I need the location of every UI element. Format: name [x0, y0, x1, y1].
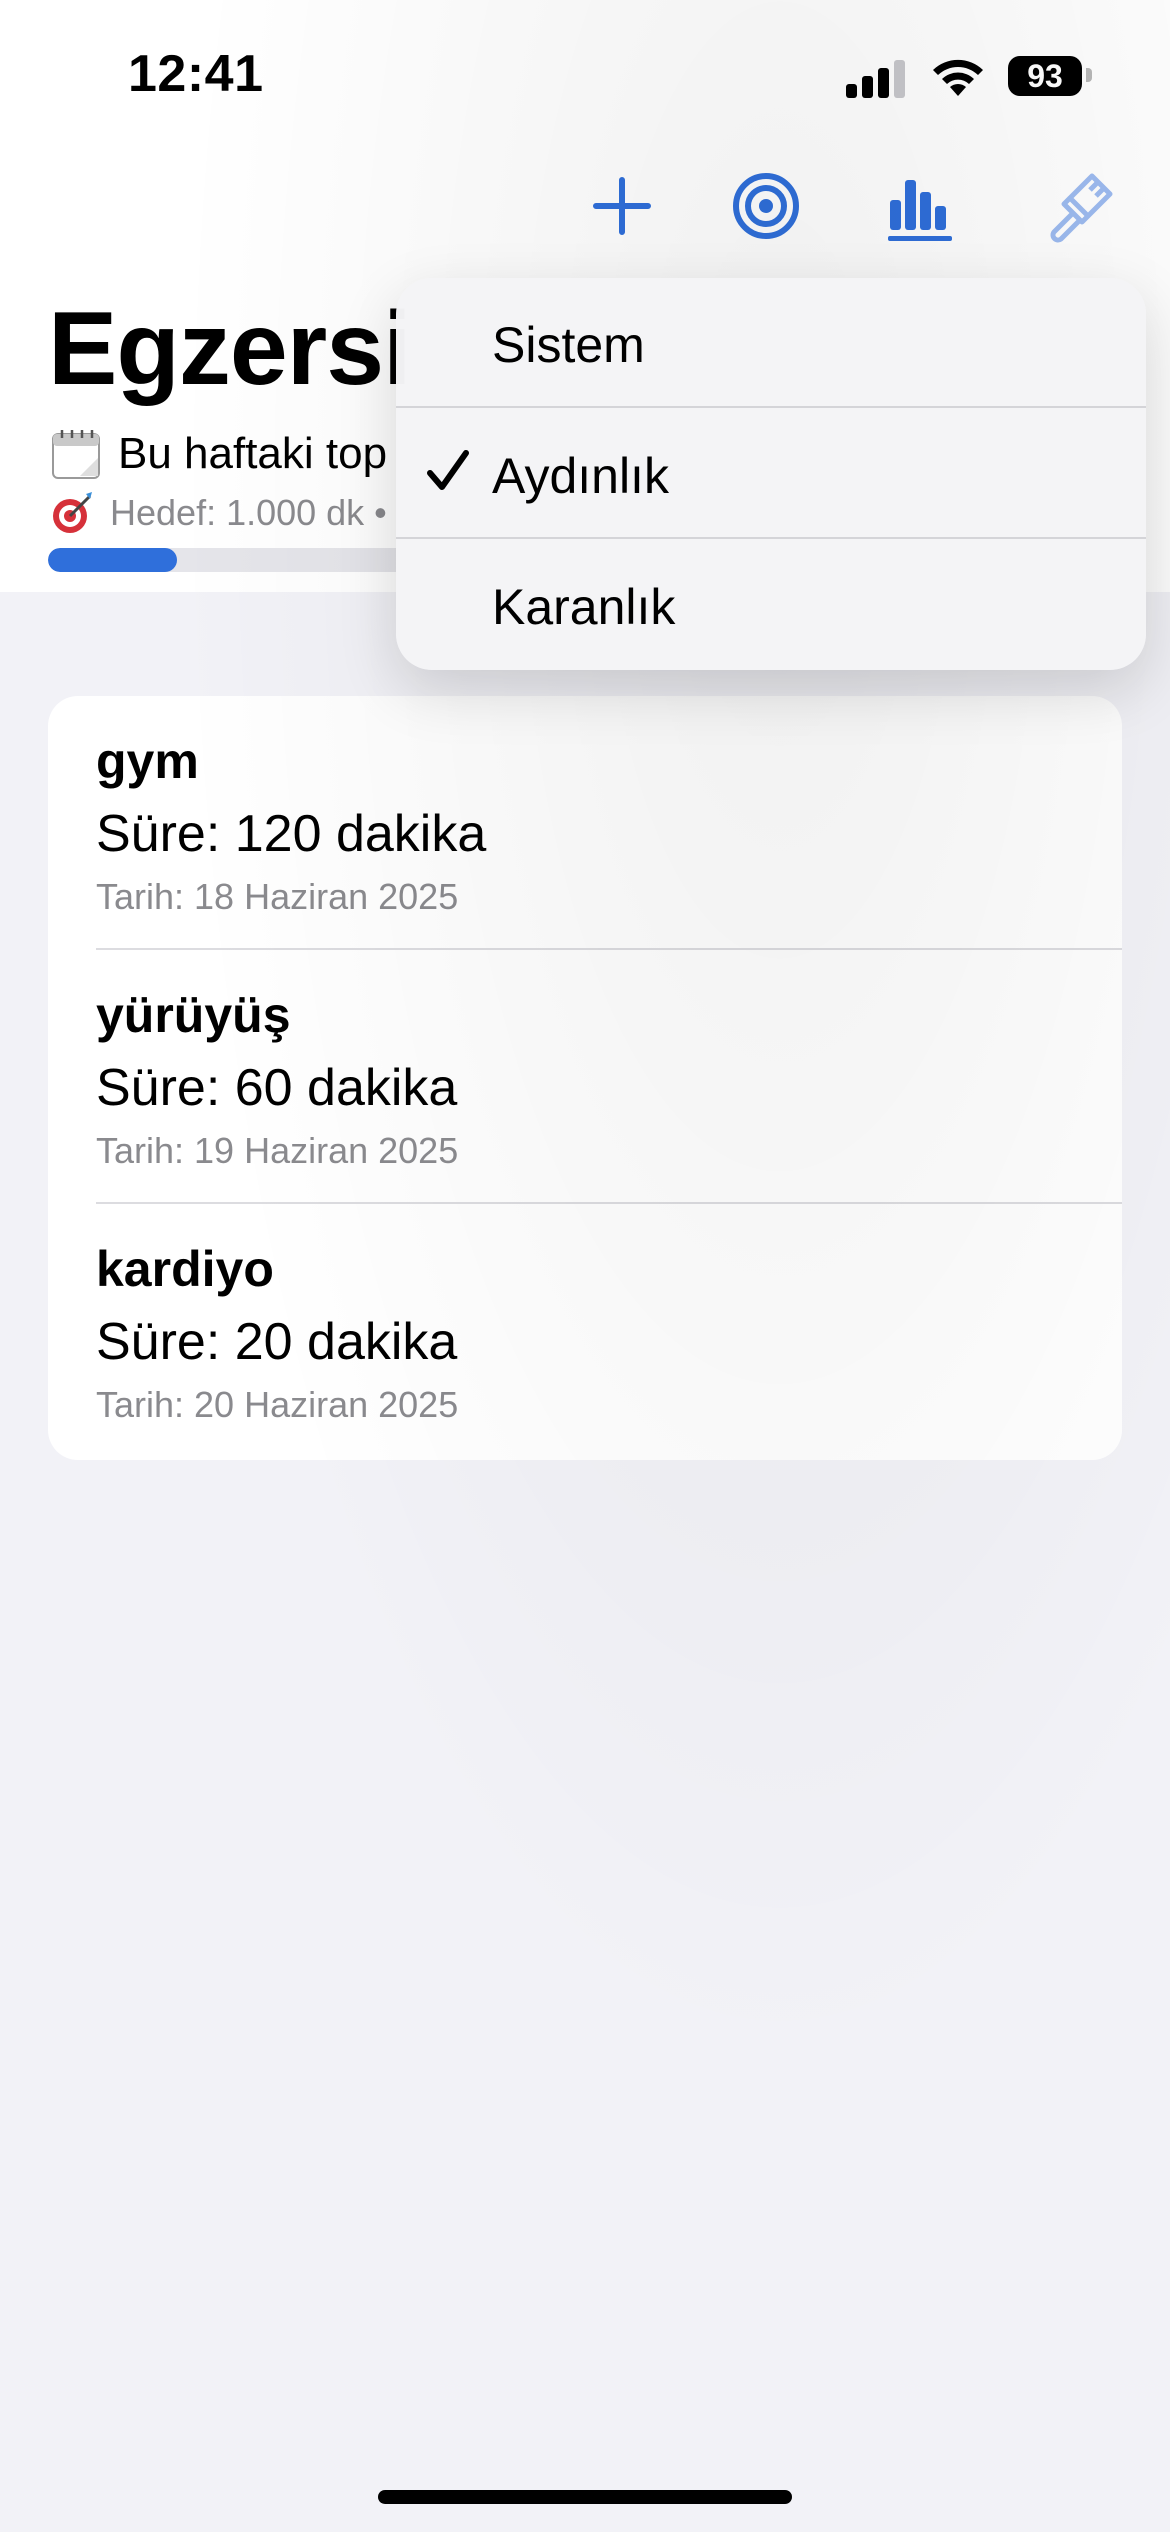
- home-indicator[interactable]: [378, 2490, 792, 2504]
- theme-option-dark[interactable]: Karanlık: [396, 540, 1146, 670]
- workout-date: Tarih: 18 Haziran 2025: [96, 876, 459, 917]
- theme-option-label: Aydınlık: [492, 448, 669, 504]
- plus-icon: [593, 177, 651, 235]
- bar-chart-icon: [888, 180, 952, 241]
- checkmark-icon: [427, 450, 469, 490]
- workout-list: gym Süre: 120 dakika Tarih: 18 Haziran 2…: [48, 696, 1122, 1460]
- add-workout-button[interactable]: [582, 166, 662, 246]
- wifi-icon: [930, 56, 986, 98]
- theme-option-system[interactable]: Sistem: [396, 278, 1146, 408]
- theme-menu: Sistem Aydınlık Karanlık: [396, 278, 1146, 670]
- goal-button[interactable]: [726, 166, 806, 246]
- battery-level: 93: [1027, 58, 1063, 94]
- theme-option-label: Sistem: [492, 317, 645, 373]
- workout-duration: Süre: 20 dakika: [96, 1313, 458, 1371]
- goal-summary: Hedef: 1.000 dk •: [50, 490, 387, 536]
- workout-name: yürüyüş: [96, 987, 291, 1043]
- workout-name: kardiyo: [96, 1241, 274, 1297]
- battery-icon: 93: [1008, 56, 1082, 96]
- weekly-progress-fill: [48, 548, 177, 572]
- workout-date: Tarih: 20 Haziran 2025: [96, 1384, 459, 1425]
- calendar-icon: [50, 428, 102, 480]
- workout-row[interactable]: kardiyo Süre: 20 dakika Tarih: 20 Hazira…: [48, 1204, 1122, 1458]
- workout-duration: Süre: 120 dakika: [96, 805, 487, 863]
- workout-name: gym: [96, 733, 199, 789]
- dart-target-icon: [50, 490, 96, 536]
- status-time: 12:41: [128, 45, 264, 103]
- target-icon: [733, 173, 799, 239]
- battery-cap: [1086, 68, 1092, 82]
- weekly-total-label: Bu haftaki top: [118, 429, 388, 478]
- menu-divider: [396, 406, 1146, 408]
- theme-button[interactable]: [1040, 166, 1120, 246]
- page-title: Egzersi: [48, 291, 412, 407]
- workout-date: Tarih: 19 Haziran 2025: [96, 1130, 459, 1171]
- statistics-button[interactable]: [882, 166, 962, 246]
- cellular-signal-icon: [846, 60, 908, 98]
- theme-option-label: Karanlık: [492, 579, 676, 635]
- goal-label: Hedef: 1.000 dk •: [110, 492, 387, 533]
- menu-divider: [396, 537, 1146, 539]
- theme-option-light[interactable]: Aydınlık: [396, 409, 1146, 539]
- workout-row[interactable]: gym Süre: 120 dakika Tarih: 18 Haziran 2…: [48, 696, 1122, 950]
- paintbrush-icon: [1050, 173, 1113, 243]
- workout-duration: Süre: 60 dakika: [96, 1059, 458, 1117]
- weekly-total: Bu haftaki top: [50, 428, 387, 480]
- workout-row[interactable]: yürüyüş Süre: 60 dakika Tarih: 19 Hazira…: [48, 950, 1122, 1204]
